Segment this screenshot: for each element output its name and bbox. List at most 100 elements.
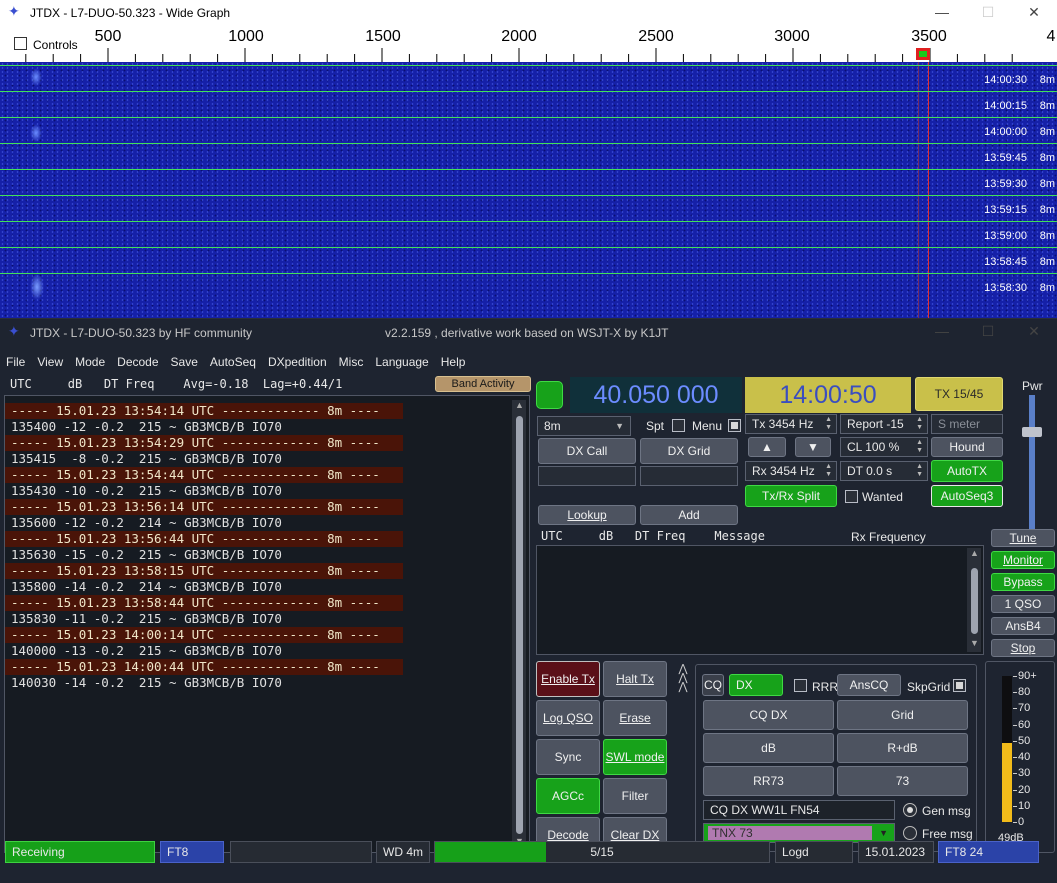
menu-language[interactable]: Language [369,355,434,369]
log-qso-button[interactable]: Log QSO [536,700,600,736]
skpgrid-checkbox[interactable] [953,678,966,693]
menu-save[interactable]: Save [165,355,204,369]
autotx-button[interactable]: AutoTX [931,460,1003,482]
hound-button[interactable]: Hound [931,437,1003,457]
db-message-button[interactable]: dB [703,733,834,763]
log-decode-line[interactable]: 135415 -8 -0.2 215 ~ GB3MCB/B IO70 [5,451,529,467]
close-icon[interactable]: ✕ [1011,0,1057,26]
dx-call-button[interactable]: DX Call [538,438,636,464]
ansb4-button[interactable]: AnsB4 [991,617,1055,635]
log-decode-line[interactable]: 135430 -10 -0.2 215 ~ GB3MCB/B IO70 [5,483,529,499]
menu-mode[interactable]: Mode [69,355,111,369]
tx-period-button[interactable]: TX 15/45 [915,377,1003,411]
anscq-button[interactable]: AnsCQ [837,674,901,696]
menu-autoseq[interactable]: AutoSeq [204,355,262,369]
frequency-ruler[interactable]: Controls 500 1000 1500 2000 2500 3000 35… [0,26,1057,62]
band-select[interactable]: 8m ▼ [537,416,631,436]
dx-grid-input[interactable] [640,466,738,486]
band-activity-pane[interactable]: ----- 15.01.23 13:54:14 UTC ------------… [4,395,530,853]
close-icon[interactable]: ✕ [1011,319,1057,345]
gen-msg-radio[interactable] [903,802,917,817]
maximize-icon[interactable]: ☐ [965,0,1011,26]
monitor-button[interactable]: Monitor [991,551,1055,569]
scrollbar-thumb[interactable] [516,416,523,834]
scroll-down-icon[interactable]: ▼ [970,638,979,648]
frequency-display[interactable]: 40.050 000 [570,377,742,413]
report-spinbox[interactable]: Report -15 ▲ ▼ [840,414,928,434]
bypass-button[interactable]: Bypass [991,573,1055,591]
arrow-down-button[interactable]: ▼ [795,437,831,457]
waterfall-time-label: 13:59:30 [984,178,1027,190]
scroll-up-icon[interactable]: ▲ [970,548,979,558]
erase-button[interactable]: Erase [603,700,667,736]
band-activity-button[interactable]: Band Activity [435,376,531,392]
tab-switch-icon[interactable]: ⋀ ⋀ ⋀ [673,664,693,695]
rr73-message-button[interactable]: RR73 [703,766,834,796]
cq-button[interactable]: CQ [702,674,724,696]
arrow-up-button[interactable]: ▲ [748,437,786,457]
free-message-combo[interactable]: TNX 73 ▼ [703,823,895,843]
cq-dx-message-button[interactable]: CQ DX [703,700,834,730]
menu-misc[interactable]: Misc [333,355,370,369]
rx-freq-marker[interactable] [919,51,927,57]
tx-frequency-spinbox[interactable]: Tx 3454 Hz ▲ ▼ [745,414,837,434]
spt-checkbox[interactable] [672,418,685,433]
power-slider[interactable] [1029,395,1035,539]
log-decode-line[interactable]: 135830 -11 -0.2 215 ~ GB3MCB/B IO70 [5,611,529,627]
stop-button[interactable]: Stop [991,639,1055,657]
dx-grid-button[interactable]: DX Grid [640,438,738,464]
seventy-three-message-button[interactable]: 73 [837,766,968,796]
log-decode-line[interactable]: 135400 -12 -0.2 215 ~ GB3MCB/B IO70 [5,419,529,435]
maximize-icon[interactable]: ☐ [965,319,1011,345]
menu-file[interactable]: File [0,355,31,369]
dx-button[interactable]: DX [729,674,783,696]
enable-tx-button[interactable]: Enable Tx [536,661,600,697]
scroll-up-icon[interactable]: ▲ [515,400,524,410]
menu-view[interactable]: View [31,355,69,369]
grid-message-button[interactable]: Grid [837,700,968,730]
sync-button[interactable]: Sync [536,739,600,775]
rx-frequency-pane[interactable]: ▲ ▼ [536,545,984,655]
filter-button[interactable]: Filter [603,778,667,814]
dx-call-input[interactable] [538,466,636,486]
tx-rx-split-button[interactable]: Tx/Rx Split [745,485,837,507]
waterfall-row-divider [0,247,1057,248]
power-slider-handle[interactable] [1022,427,1042,437]
cl-spinbox[interactable]: CL 100 % ▲ ▼ [840,437,928,457]
waterfall-band-label: 8m [1039,256,1055,268]
lookup-button[interactable]: Lookup [538,505,636,525]
rrr-checkbox[interactable] [794,678,807,693]
minimize-icon[interactable]: — [919,319,965,345]
swl-mode-button[interactable]: SWL mode [603,739,667,775]
halt-tx-button[interactable]: Halt Tx [603,661,667,697]
free-msg-radio[interactable] [903,825,917,840]
dt-spinbox[interactable]: DT 0.0 s ▲ ▼ [840,461,928,481]
add-button[interactable]: Add [640,505,738,525]
log-decode-line[interactable]: 140030 -14 -0.2 215 ~ GB3MCB/B IO70 [5,675,529,691]
menu-help[interactable]: Help [435,355,472,369]
one-qso-button[interactable]: 1 QSO [991,595,1055,613]
log-decode-line[interactable]: 135800 -14 -0.2 214 ~ GB3MCB/B IO70 [5,579,529,595]
wanted-checkbox[interactable] [845,489,858,504]
autoseq3-button[interactable]: AutoSeq3 [931,485,1003,507]
waterfall[interactable]: 14:00:30 8m 14:00:15 8m 14:00:00 8m 13:59:45 8m… [0,62,1057,318]
log-decode-line[interactable]: 140000 -13 -0.2 215 ~ GB3MCB/B IO70 [5,643,529,659]
agcc-button[interactable]: AGCc [536,778,600,814]
scrollbar-thumb[interactable] [971,568,978,634]
band-activity-scrollbar[interactable]: ▲ ▼ [512,400,526,848]
tune-button[interactable]: Tune [991,529,1055,547]
status-progress: 5/15 [434,841,770,863]
log-decode-line[interactable]: 135600 -12 -0.2 214 ~ GB3MCB/B IO70 [5,515,529,531]
generated-message-field[interactable]: CQ DX WW1L FN54 [703,800,895,820]
meter-tick-label: 60 [1018,718,1031,731]
menu-dxpedition[interactable]: DXpedition [262,355,333,369]
rx-frequency-scrollbar[interactable]: ▲ ▼ [967,548,981,652]
minimize-icon[interactable]: — [919,0,965,26]
rx-frequency-spinbox[interactable]: Rx 3454 Hz ▲ ▼ [745,461,837,481]
menu-checkbox[interactable] [728,418,741,433]
r-db-message-button[interactable]: R+dB [837,733,968,763]
waterfall-row-divider [0,169,1057,170]
log-decode-line[interactable]: 135630 -15 -0.2 215 ~ GB3MCB/B IO70 [5,547,529,563]
menu-decode[interactable]: Decode [111,355,164,369]
waterfall-row-divider [0,195,1057,196]
